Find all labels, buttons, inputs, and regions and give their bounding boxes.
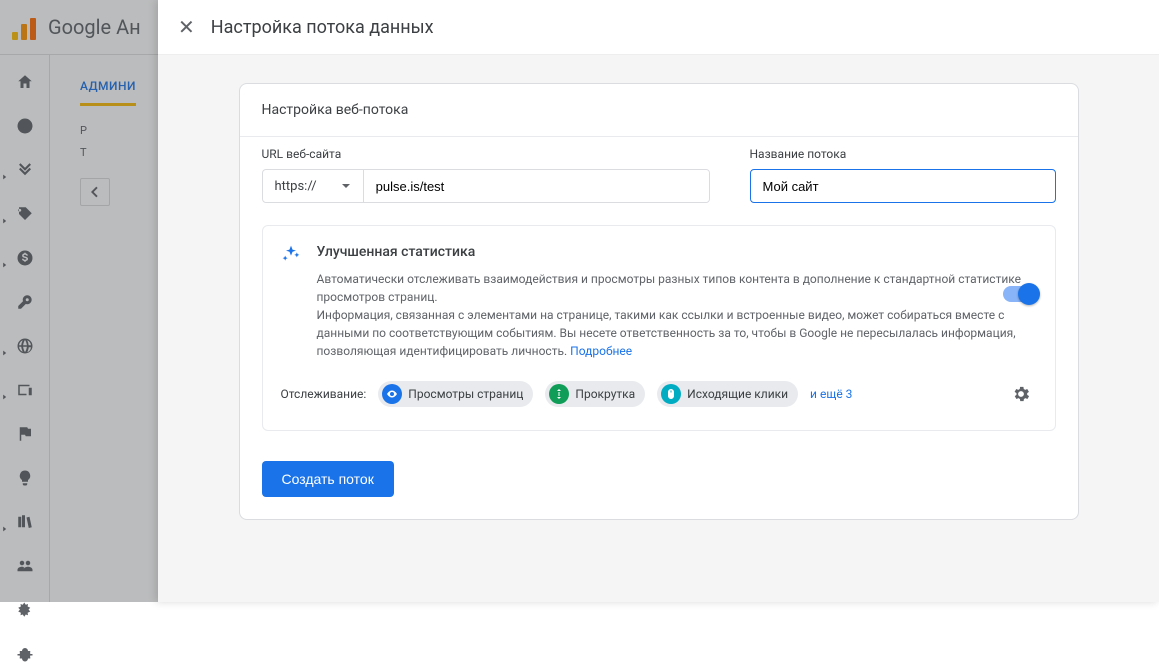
url-input[interactable] [364, 170, 709, 202]
learn-more-link[interactable]: Подробнее [570, 344, 632, 358]
chevron-down-icon [341, 181, 351, 191]
close-icon[interactable]: ✕ [178, 15, 195, 39]
protocol-select[interactable]: https:// [263, 170, 363, 202]
protocol-value: https:// [275, 179, 317, 194]
create-stream-button[interactable]: Создать поток [262, 461, 394, 497]
panel-title: Настройка потока данных [211, 17, 434, 38]
chip-outbound: Исходящие клики [657, 381, 798, 407]
stream-name-input[interactable] [750, 169, 1056, 203]
more-tracking-link[interactable]: и ещё 3 [810, 387, 852, 401]
enhanced-measurement-block: Улучшенная статистика Автоматически отсл… [262, 225, 1056, 431]
panel-body: Настройка веб-потока URL веб-сайта https… [158, 55, 1159, 602]
stream-name-field: Название потока [750, 147, 1056, 203]
rail-filter[interactable] [10, 601, 40, 619]
url-input-wrap: https:// [262, 169, 710, 203]
sparkle-icon [281, 244, 301, 268]
chip-scroll: Прокрутка [545, 381, 645, 407]
card-title: Настройка веб-потока [240, 84, 1078, 136]
web-stream-card: Настройка веб-потока URL веб-сайта https… [239, 83, 1079, 520]
tracking-label: Отслеживание: [281, 387, 367, 401]
url-label: URL веб-сайта [262, 147, 710, 161]
enhanced-desc: Автоматически отслеживать взаимодействия… [317, 270, 1037, 360]
mouse-icon [661, 384, 681, 404]
tracking-settings-button[interactable] [1005, 378, 1037, 410]
form-row: URL веб-сайта https:// Название потока [240, 137, 1078, 225]
url-field: URL веб-сайта https:// [262, 147, 710, 203]
eye-icon [382, 384, 402, 404]
rail-debug[interactable] [10, 645, 40, 663]
chip-pageviews: Просмотры страниц [378, 381, 533, 407]
enhanced-toggle[interactable] [1003, 286, 1037, 302]
stream-name-label: Название потока [750, 147, 1056, 161]
enhanced-title: Улучшенная статистика [317, 244, 1037, 260]
panel-header: ✕ Настройка потока данных [158, 0, 1159, 55]
tracking-row: Отслеживание: Просмотры страниц Прокрутк… [281, 378, 1037, 410]
scroll-icon [549, 384, 569, 404]
stream-setup-panel: ✕ Настройка потока данных Настройка веб-… [158, 0, 1159, 602]
gear-icon [1011, 384, 1031, 404]
